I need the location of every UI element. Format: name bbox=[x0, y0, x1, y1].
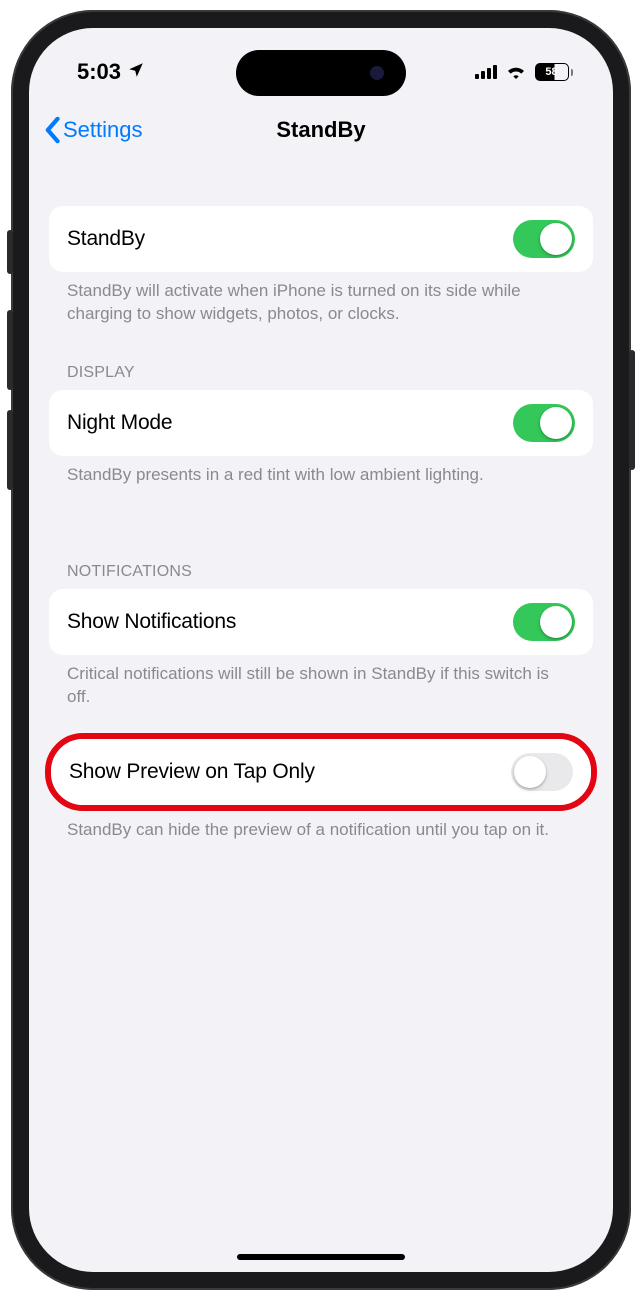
standby-label: StandBy bbox=[67, 227, 145, 251]
night-mode-label: Night Mode bbox=[67, 411, 172, 435]
show-preview-row[interactable]: Show Preview on Tap Only bbox=[51, 739, 591, 805]
cellular-icon bbox=[475, 59, 497, 85]
volume-down-button bbox=[7, 410, 13, 490]
phone-frame: 5:03 bbox=[11, 10, 631, 1290]
wifi-icon bbox=[505, 59, 527, 85]
display-header: DISPLAY bbox=[49, 364, 593, 390]
navigation-bar: Settings StandBy bbox=[29, 98, 613, 162]
content: StandBy StandBy will activate when iPhon… bbox=[29, 162, 613, 850]
show-preview-footer: StandBy can hide the preview of a notifi… bbox=[49, 811, 593, 842]
show-notifications-footer: Critical notifications will still be sho… bbox=[49, 655, 593, 709]
standby-row[interactable]: StandBy bbox=[49, 206, 593, 272]
silence-switch bbox=[7, 230, 13, 274]
group-notifications: NOTIFICATIONS Show Notifications Critica… bbox=[49, 563, 593, 842]
dynamic-island bbox=[236, 50, 406, 96]
power-button bbox=[629, 350, 635, 470]
status-time: 5:03 bbox=[77, 59, 121, 85]
show-notifications-row[interactable]: Show Notifications bbox=[49, 589, 593, 655]
page-title: StandBy bbox=[276, 117, 365, 143]
show-preview-toggle[interactable] bbox=[511, 753, 573, 791]
show-notifications-toggle[interactable] bbox=[513, 603, 575, 641]
chevron-left-icon bbox=[43, 116, 61, 144]
battery-level: 58 bbox=[535, 63, 569, 81]
show-preview-label: Show Preview on Tap Only bbox=[69, 760, 315, 784]
location-icon bbox=[127, 59, 145, 85]
volume-up-button bbox=[7, 310, 13, 390]
battery-icon: 58 bbox=[535, 63, 574, 81]
group-display: DISPLAY Night Mode StandBy presents in a… bbox=[49, 364, 593, 487]
notifications-header: NOTIFICATIONS bbox=[49, 563, 593, 589]
night-mode-row[interactable]: Night Mode bbox=[49, 390, 593, 456]
screen: 5:03 bbox=[29, 28, 613, 1272]
home-indicator[interactable] bbox=[237, 1254, 405, 1260]
highlight-annotation: Show Preview on Tap Only bbox=[45, 733, 597, 811]
show-notifications-label: Show Notifications bbox=[67, 610, 236, 634]
group-main: StandBy StandBy will activate when iPhon… bbox=[49, 206, 593, 326]
standby-footer: StandBy will activate when iPhone is tur… bbox=[49, 272, 593, 326]
back-label: Settings bbox=[63, 117, 143, 143]
night-mode-toggle[interactable] bbox=[513, 404, 575, 442]
back-button[interactable]: Settings bbox=[43, 116, 143, 144]
standby-toggle[interactable] bbox=[513, 220, 575, 258]
night-mode-footer: StandBy presents in a red tint with low … bbox=[49, 456, 593, 487]
